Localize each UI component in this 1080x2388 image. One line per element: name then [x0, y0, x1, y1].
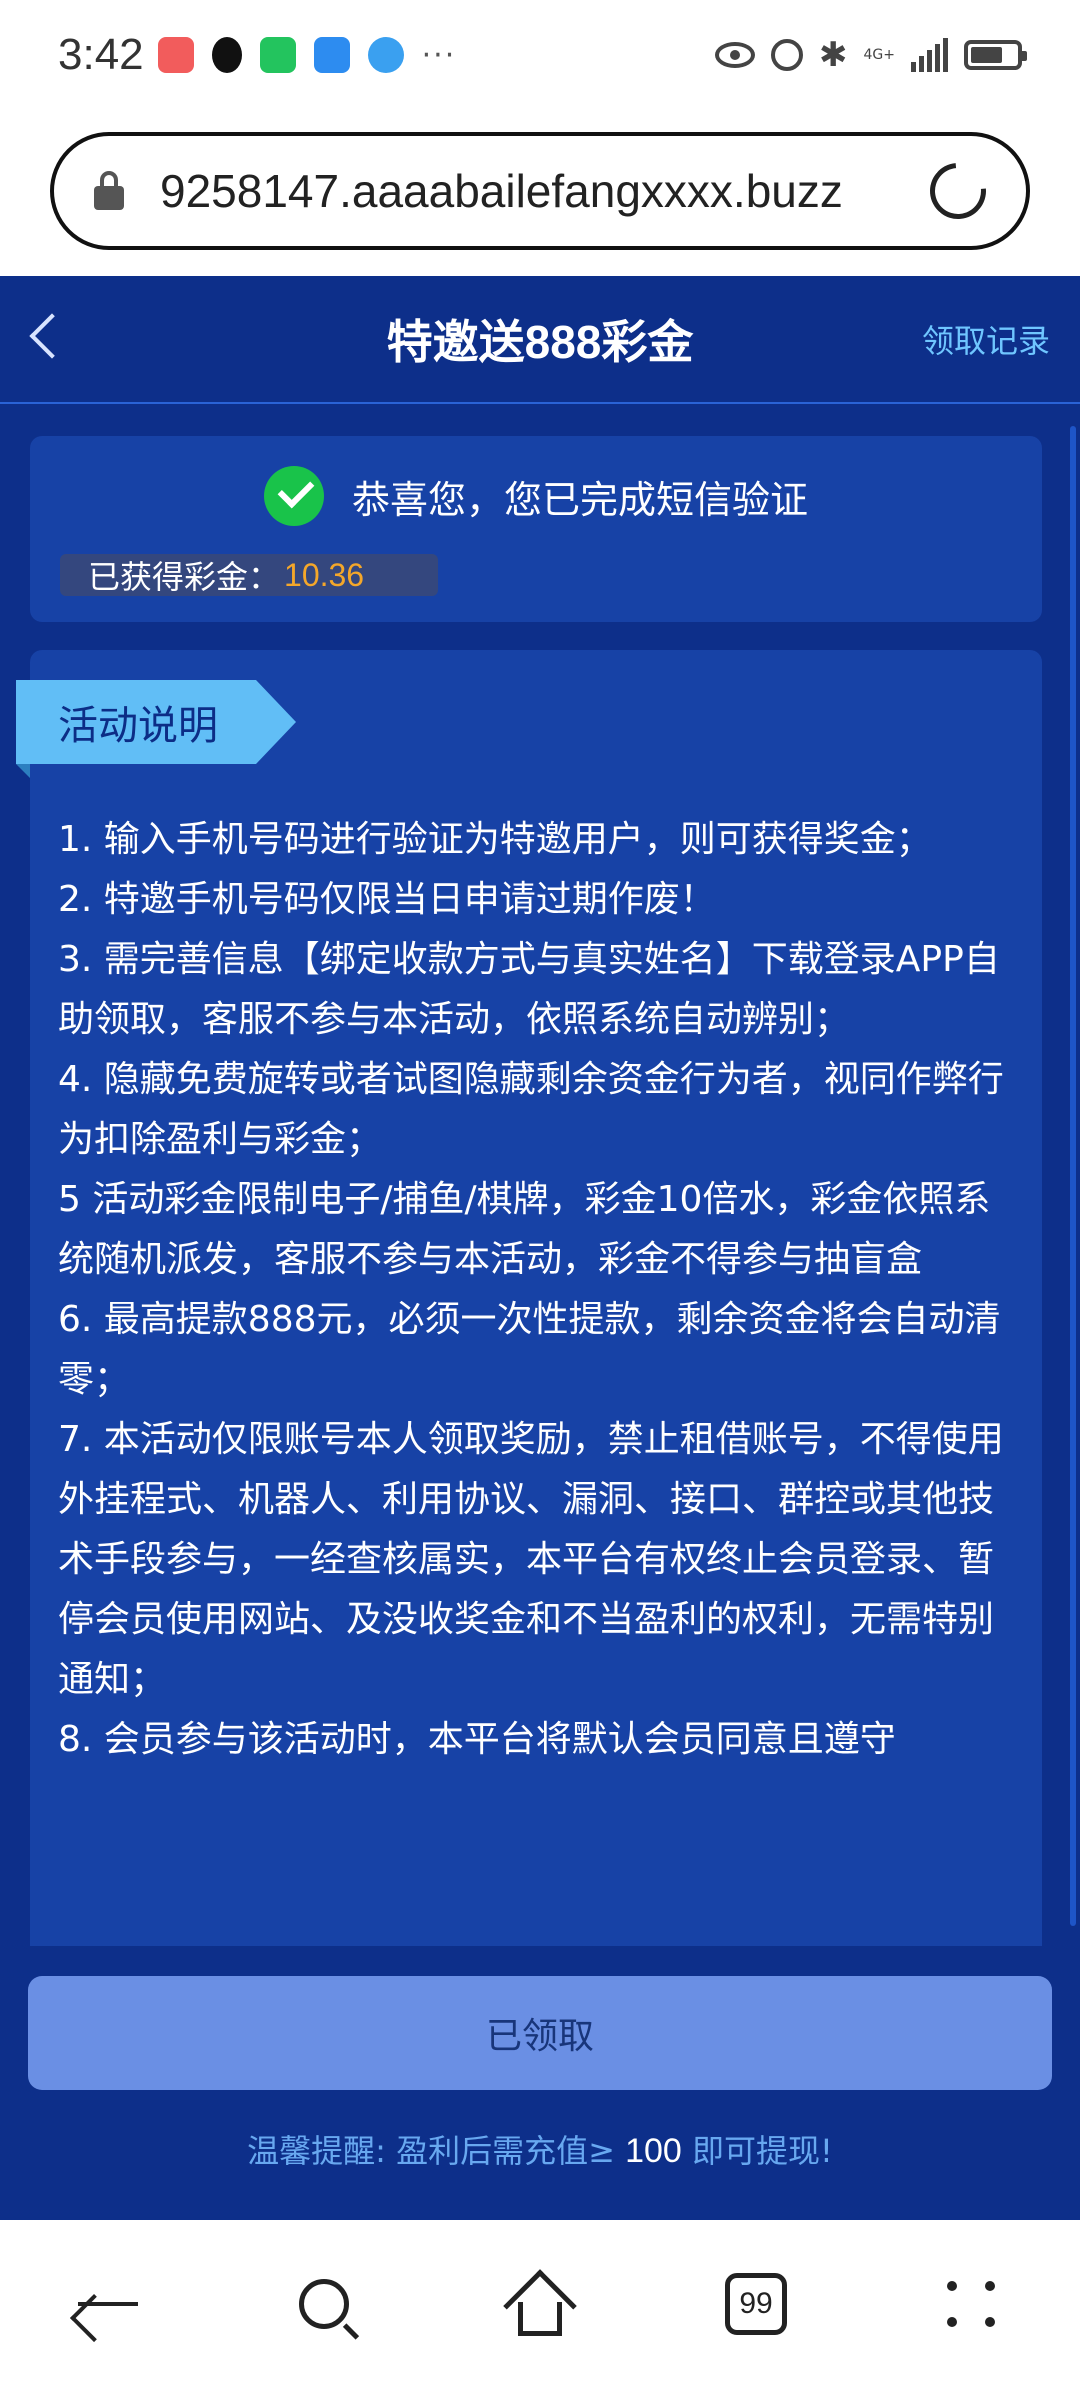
rule-item: 3. 需完善信息【绑定收款方式与真实姓名】下载登录APP自助领取，客服不参与本活…	[58, 939, 1000, 1040]
claim-records-link[interactable]: 领取记录	[922, 316, 1050, 362]
tag-fold	[16, 764, 30, 778]
bluetooth-icon: ✱	[819, 35, 848, 75]
menu-button[interactable]	[927, 2259, 1017, 2349]
page: 特邀送888彩金 领取记录 恭喜您，您已完成短信验证 已获得彩金： 10.36 …	[0, 276, 1080, 2220]
page-header: 特邀送888彩金 领取记录	[0, 276, 1080, 404]
address-bar[interactable]: 9258147.aaaabailefangxxxx.buzz	[50, 132, 1030, 250]
rules-list: 1. 输入手机号码进行验证为特邀用户，则可获得奖金； 2. 特邀手机号码仅限当日…	[58, 810, 1008, 1770]
eye-comfort-icon	[715, 42, 755, 68]
home-button[interactable]	[495, 2259, 585, 2349]
more-dots-icon	[947, 2281, 997, 2327]
withdraw-tip: 温馨提醒: 盈利后需充值≥ 100 即可提现!	[0, 2126, 1080, 2172]
claimed-button[interactable]: 已领取	[28, 1976, 1052, 2090]
page-title: 特邀送888彩金	[386, 316, 694, 368]
tip-prefix: 温馨提醒: 盈利后需充值≥	[247, 2132, 626, 2170]
status-bar: 3:42 ··· ✱ 4G+	[0, 0, 1080, 110]
browser-toolbar: 9258147.aaaabailefangxxxx.buzz	[0, 110, 1080, 276]
rule-item: 8. 会员参与该活动时，本平台将默认会员同意且遵守	[58, 1719, 896, 1760]
back-button[interactable]	[63, 2259, 153, 2349]
search-button[interactable]	[279, 2259, 369, 2349]
browser-notification-icon	[367, 37, 404, 73]
more-notifications-icon: ···	[421, 37, 457, 73]
tabs-count: 99	[725, 2273, 787, 2335]
rule-item: 2. 特邀手机号码仅限当日申请过期作废！	[58, 879, 716, 920]
rule-item: 6. 最高提款888元，必须一次性提款，剩余资金将会自动清零；	[58, 1299, 1001, 1400]
wechat-icon	[259, 37, 296, 73]
reload-icon[interactable]	[918, 151, 998, 231]
check-circle-icon	[263, 466, 324, 526]
battery-icon	[964, 40, 1027, 70]
tabs-button[interactable]: 99	[711, 2259, 801, 2349]
lock-icon[interactable]	[94, 171, 124, 211]
rule-item: 7. 本活动仅限账号本人领取奖励，禁止租借账号，不得使用外挂程式、机器人、利用协…	[58, 1419, 1004, 1700]
signal-icon	[911, 38, 948, 72]
rules-tag-label: 活动说明	[58, 703, 218, 749]
rule-item: 4. 隐藏免费旋转或者试图隐藏剩余资金行为者，视同作弊行为扣除盈利与彩金；	[58, 1059, 1004, 1160]
arrow-left-icon	[78, 2302, 138, 2306]
earned-value: 10.36	[284, 556, 365, 593]
app-notification-icon	[157, 37, 194, 73]
message-icon	[313, 37, 350, 73]
tip-amount: 100	[625, 2132, 682, 2170]
search-icon	[299, 2279, 349, 2329]
network-type: 4G+	[863, 47, 896, 63]
tip-suffix: 即可提现!	[681, 2132, 833, 2170]
home-icon	[503, 2269, 577, 2343]
alarm-icon	[771, 39, 803, 71]
activity-description-tag: 活动说明	[16, 680, 296, 764]
success-message: 恭喜您，您已完成短信验证	[351, 477, 808, 522]
rule-item: 1. 输入手机号码进行验证为特邀用户，则可获得奖金；	[58, 819, 932, 860]
status-time: 3:42	[58, 30, 144, 79]
rule-item: 5 活动彩金限制电子/捕鱼/棋牌，彩金10倍水，彩金依照系统随机派发，客服不参与…	[58, 1179, 991, 1280]
notification-icons: ···	[157, 37, 457, 73]
earned-label: 已获得彩金：	[88, 558, 281, 596]
system-icons: ✱ 4G+	[715, 35, 1027, 75]
back-icon[interactable]	[29, 313, 75, 359]
browser-bottom-nav: 99	[0, 2220, 1080, 2388]
bottom-action-panel: 已领取 温馨提醒: 盈利后需充值≥ 100 即可提现!	[0, 1946, 1080, 2220]
verification-success-card: 恭喜您，您已完成短信验证 已获得彩金： 10.36	[30, 436, 1042, 622]
success-row: 恭喜您，您已完成短信验证	[30, 466, 1042, 526]
qq-icon	[211, 37, 242, 73]
scrollbar[interactable]	[1070, 426, 1076, 1926]
url-text[interactable]: 9258147.aaaabailefangxxxx.buzz	[160, 164, 930, 218]
earned-bonus: 已获得彩金： 10.36	[60, 554, 438, 596]
